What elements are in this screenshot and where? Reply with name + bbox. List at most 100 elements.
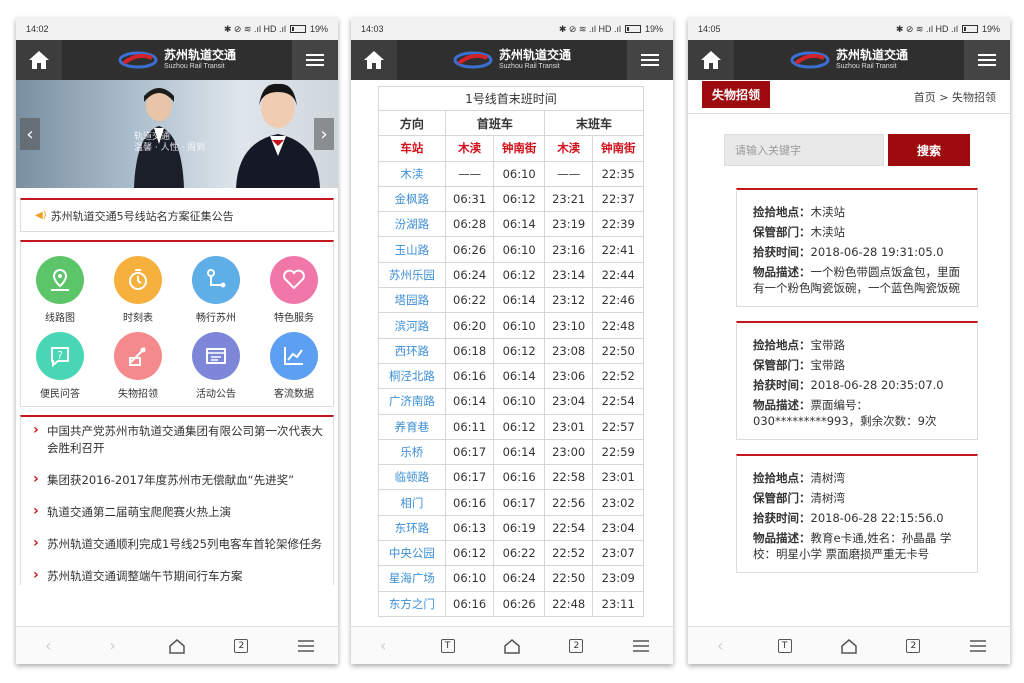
home-nav-button[interactable] — [831, 631, 867, 661]
chart-icon — [270, 332, 318, 380]
browser-menu-button[interactable] — [960, 631, 996, 661]
train-time: 06:10 — [493, 388, 545, 415]
text-mode-button[interactable]: T — [767, 631, 803, 661]
table-row: 木渎 —— 06:10 —— 22:35 — [378, 160, 644, 187]
station-name[interactable]: 广济南路 — [378, 388, 446, 415]
train-time: 06:16 — [493, 464, 545, 491]
train-time: 22:46 — [592, 287, 644, 314]
news-item[interactable]: 中国共产党苏州市轨道交通集团有限公司第一次代表大会胜利召开 — [33, 422, 323, 457]
text-mode-button[interactable]: T — [430, 631, 466, 661]
breadcrumb[interactable]: 首页 > 失物招领 — [914, 89, 996, 105]
station-name[interactable]: 桐泾北路 — [378, 362, 446, 390]
train-time: 23:00 — [543, 438, 594, 466]
quick-link-special-services[interactable]: 特色服务 — [255, 256, 333, 324]
news-item[interactable]: 苏州轨道交通顺利完成1号线25列电客车首轮架修任务 — [33, 535, 323, 553]
quick-link-lost-found[interactable]: 失物招领 — [99, 332, 177, 400]
station-name[interactable]: 苏州乐园 — [378, 261, 446, 289]
item-location: 木渎站 — [810, 205, 846, 219]
station-name[interactable]: 临顿路 — [378, 464, 446, 491]
news-item[interactable]: 集团获2016-2017年度苏州市无偿献血“先进奖” — [33, 471, 323, 489]
tabs-button[interactable]: 2 — [223, 631, 259, 661]
status-bar: 14:03 ✱ ⊘ ≋ .ıl HD .ıl 19% — [351, 18, 673, 40]
browser-menu-button[interactable] — [288, 631, 324, 661]
train-time: 06:16 — [444, 590, 495, 617]
train-time: 06:10 — [444, 565, 495, 592]
train-time: 22:48 — [592, 312, 644, 339]
lost-item-card[interactable]: 捡拾地点：宝带路 保管部门：宝带路 拾获时间：2018-06-28 20:35:… — [736, 321, 978, 440]
menu-button[interactable] — [292, 40, 338, 80]
station-name[interactable]: 东环路 — [378, 514, 446, 542]
col-first-zhongnan: 钟南街 — [493, 135, 545, 162]
station-name[interactable]: 玉山路 — [378, 236, 446, 263]
home-button[interactable] — [688, 40, 734, 80]
station-name[interactable]: 滨河路 — [378, 312, 446, 339]
station-name[interactable]: 相门 — [378, 489, 446, 516]
home-nav-button[interactable] — [494, 631, 530, 661]
app-header: 苏州轨道交通 Suzhou Rail Transit — [351, 40, 673, 80]
quick-link-timetable[interactable]: 时刻表 — [99, 256, 177, 324]
quick-link-route-map[interactable]: 线路图 — [21, 256, 99, 324]
battery-level: 19% — [981, 24, 1000, 34]
home-nav-button[interactable] — [159, 631, 195, 661]
station-name[interactable]: 木渎 — [378, 160, 446, 187]
table-row: 星海广场 06:10 06:24 22:50 23:09 — [378, 565, 644, 592]
text-mode-icon: T — [440, 638, 455, 653]
train-time: 23:21 — [543, 185, 594, 213]
col-last-mudu: 木渎 — [543, 135, 594, 162]
train-time: 22:54 — [592, 388, 644, 415]
station-name[interactable]: 汾湖路 — [378, 211, 446, 238]
tab-count: 2 — [234, 638, 249, 653]
menu-button[interactable] — [627, 40, 673, 80]
back-button[interactable]: ‹ — [365, 631, 401, 661]
banner-prev-button[interactable]: ‹ — [20, 118, 40, 150]
lost-item-card[interactable]: 捡拾地点：木渎站 保管部门：木渎站 拾获时间：2018-06-28 19:31:… — [736, 188, 978, 307]
news-item[interactable]: 苏州轨道交通调整端午节期间行车方案 — [33, 567, 323, 585]
station-name[interactable]: 塔园路 — [378, 287, 446, 314]
banner-next-button[interactable]: › — [314, 118, 334, 150]
browser-menu-button[interactable] — [623, 631, 659, 661]
search-button[interactable]: 搜索 — [888, 134, 970, 166]
quick-link-announcements[interactable]: 活动公告 — [177, 332, 255, 400]
back-button[interactable]: ‹ — [30, 631, 66, 661]
table-row: 相门 06:16 06:17 22:56 23:02 — [378, 489, 644, 516]
notice-bar[interactable]: ◀) 苏州轨道交通5号线站名方案征集公告 — [20, 198, 334, 232]
item-time: 2018-06-28 20:35:07.0 — [810, 378, 944, 392]
tabs-button[interactable]: 2 — [895, 631, 931, 661]
station-name[interactable]: 星海广场 — [378, 565, 446, 592]
train-time: 23:01 — [592, 464, 644, 491]
search-input[interactable]: 请输入关键字 — [724, 134, 884, 166]
station-name[interactable]: 东方之门 — [378, 590, 446, 617]
forward-button[interactable]: › — [95, 631, 131, 661]
train-time: 23:14 — [543, 261, 594, 289]
station-name[interactable]: 乐桥 — [378, 438, 446, 466]
brand-name-en: Suzhou Rail Transit — [163, 63, 225, 70]
quick-link-faq[interactable]: ? 便民问答 — [21, 332, 99, 400]
map-pin-icon — [36, 256, 84, 304]
station-name[interactable]: 中央公园 — [378, 540, 446, 567]
house-outline-icon — [504, 638, 520, 654]
home-button[interactable] — [16, 40, 62, 80]
battery-icon — [289, 25, 306, 33]
house-outline-icon — [841, 638, 857, 654]
table-row: 滨河路 06:20 06:10 23:10 22:48 — [378, 312, 644, 339]
news-item[interactable]: 轨道交通第二届萌宝爬爬赛火热上演 — [33, 503, 323, 521]
quick-link-travel-suzhou[interactable]: 畅行苏州 — [177, 256, 255, 324]
promo-banner[interactable]: 轨道交通 温馨 · 人性 · 周到 ‹ › — [16, 80, 338, 188]
menu-button[interactable] — [964, 40, 1010, 80]
train-time: 06:17 — [493, 489, 545, 516]
train-time: 06:24 — [444, 261, 495, 289]
train-time: 23:06 — [543, 362, 594, 390]
train-time: 22:52 — [543, 540, 594, 567]
station-name[interactable]: 养育巷 — [378, 413, 446, 440]
station-name[interactable]: 金枫路 — [378, 185, 446, 213]
train-time: 23:09 — [592, 565, 644, 592]
tabs-button[interactable]: 2 — [558, 631, 594, 661]
search-bar: 请输入关键字 搜索 — [724, 134, 1010, 166]
lost-item-card[interactable]: 捡拾地点：清树湾 保管部门：清树湾 拾获时间：2018-06-28 22:15:… — [736, 454, 978, 573]
station-name[interactable]: 西环路 — [378, 337, 446, 364]
back-button[interactable]: ‹ — [702, 631, 738, 661]
quick-link-passenger-data[interactable]: 客流数据 — [255, 332, 333, 400]
home-button[interactable] — [351, 40, 397, 80]
train-time: —— — [444, 160, 495, 187]
speaker-icon: ◀) — [35, 210, 47, 221]
